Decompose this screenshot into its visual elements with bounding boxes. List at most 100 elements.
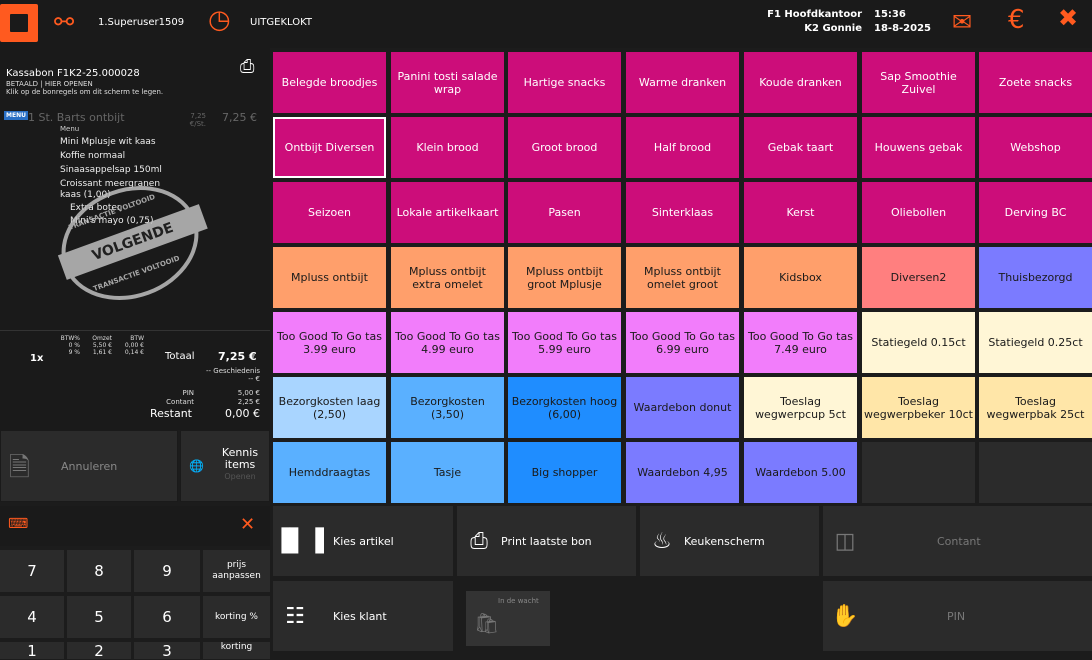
product-tile-1-2[interactable]: Groot brood xyxy=(508,117,621,178)
pin-label: PIN xyxy=(182,389,194,397)
knowledge-items-button[interactable]: 🌐 Kennis items Openen xyxy=(180,430,270,502)
printer-icon[interactable]: ⎙ xyxy=(240,56,254,77)
key-6[interactable]: 6 xyxy=(134,596,200,638)
knowledge-sub: Openen xyxy=(224,472,256,481)
product-tile-1-0[interactable]: Ontbijt Diversen xyxy=(273,117,386,178)
on-hold-button[interactable]: In de wacht 🛍 xyxy=(466,591,550,646)
clock-status[interactable]: UITGEKLOKT xyxy=(250,17,312,28)
product-tile-4-6[interactable]: Statiegeld 0.25ct xyxy=(979,312,1092,373)
product-tile-0-2[interactable]: Hartige snacks xyxy=(508,52,621,113)
clear-items-icon[interactable]: ✖ xyxy=(1058,6,1078,30)
product-tile-4-4[interactable]: Too Good To Go tas 7.49 euro xyxy=(744,312,857,373)
on-hold-label: In de wacht xyxy=(498,597,539,605)
product-tile-2-2[interactable]: Pasen xyxy=(508,182,621,243)
close-icon[interactable]: ✕ xyxy=(240,514,255,535)
contant-label: Contant xyxy=(166,398,194,406)
key-2[interactable]: 2 xyxy=(67,642,131,660)
pin-button[interactable]: ✋ PIN xyxy=(823,581,1092,651)
key-5[interactable]: 5 xyxy=(67,596,131,638)
product-tile-0-4[interactable]: Koude dranken xyxy=(744,52,857,113)
print-last-receipt-button[interactable]: ⎙ Print laatste bon xyxy=(457,506,636,576)
receipt-item-name[interactable]: 1 St. Barts ontbijt xyxy=(28,111,125,124)
bag-plus-icon: 🛍 xyxy=(474,611,500,635)
key-9[interactable]: 9 xyxy=(134,550,200,592)
product-tile-0-0[interactable]: Belegde broodjes xyxy=(273,52,386,113)
product-tile-5-6[interactable]: Toeslag wegwerpbak 25ct xyxy=(979,377,1092,438)
product-tile-2-4[interactable]: Kerst xyxy=(744,182,857,243)
product-tile-1-6[interactable]: Webshop xyxy=(979,117,1092,178)
restant-row: Restant 0,00 € xyxy=(150,407,260,420)
product-tile-3-6[interactable]: Thuisbezorgd xyxy=(979,247,1092,308)
product-tile-6-5[interactable] xyxy=(862,442,975,503)
user-name[interactable]: 1.Superuser1509 xyxy=(98,17,184,28)
contact-card-icon: ☷ xyxy=(285,603,305,629)
datetime: 15:36 18-8-2025 xyxy=(874,8,934,36)
product-tile-2-3[interactable]: Sinterklaas xyxy=(626,182,739,243)
product-tile-0-3[interactable]: Warme dranken xyxy=(626,52,739,113)
keyboard-icon[interactable]: ⌨ xyxy=(8,516,28,532)
product-tile-5-4[interactable]: Toeslag wegwerpcup 5ct xyxy=(744,377,857,438)
product-tile-6-1[interactable]: Tasje xyxy=(391,442,504,503)
product-tile-3-5[interactable]: Diversen2 xyxy=(862,247,975,308)
choose-customer-button[interactable]: ☷ Kies klant xyxy=(273,581,453,651)
product-tile-4-2[interactable]: Too Good To Go tas 5.99 euro xyxy=(508,312,621,373)
product-tile-6-0[interactable]: Hemddraagtas xyxy=(273,442,386,503)
key-7[interactable]: 7 xyxy=(0,550,64,592)
product-tile-5-3[interactable]: Waardebon donut xyxy=(626,377,739,438)
choose-customer-label: Kies klant xyxy=(333,609,387,623)
product-tile-0-5[interactable]: Sap Smoothie Zuivel xyxy=(862,52,975,113)
product-tile-0-6[interactable]: Zoete snacks xyxy=(979,52,1092,113)
discount-button[interactable]: korting xyxy=(203,642,270,659)
product-tile-4-3[interactable]: Too Good To Go tas 6.99 euro xyxy=(626,312,739,373)
product-tile-6-3[interactable]: Waardebon 4,95 xyxy=(626,442,739,503)
total-value: 7,25 € xyxy=(218,350,257,363)
product-tile-4-0[interactable]: Too Good To Go tas 3.99 euro xyxy=(273,312,386,373)
choose-article-button[interactable]: ▐▌▐ Kies artikel xyxy=(273,506,453,576)
total-qty: 1x xyxy=(30,353,44,364)
product-tile-2-5[interactable]: Oliebollen xyxy=(862,182,975,243)
key-1[interactable]: 1 xyxy=(0,642,64,660)
product-tile-3-4[interactable]: Kidsbox xyxy=(744,247,857,308)
users-icon[interactable]: ⚯ xyxy=(54,10,74,34)
cash-label: Contant xyxy=(937,534,981,548)
key-8[interactable]: 8 xyxy=(67,550,131,592)
product-tile-2-1[interactable]: Lokale artikelkaart xyxy=(391,182,504,243)
product-tile-3-0[interactable]: Mpluss ontbijt xyxy=(273,247,386,308)
clock-icon[interactable]: ◷ xyxy=(208,7,231,33)
product-tile-6-4[interactable]: Waardebon 5.00 xyxy=(744,442,857,503)
product-tile-3-2[interactable]: Mpluss ontbijt groot Mplusje xyxy=(508,247,621,308)
discount-pct-button[interactable]: korting % xyxy=(203,596,270,638)
cash-button[interactable]: ◫ Contant xyxy=(823,506,1092,576)
cancel-doc-icon: 🗎 xyxy=(9,453,30,483)
product-tile-5-2[interactable]: Bezorgkosten hoog (6,00) xyxy=(508,377,621,438)
message-cancel-icon[interactable]: ✉ xyxy=(952,10,972,34)
restant-label: Restant xyxy=(150,407,192,420)
location-info: F1 Hoofdkantoor K2 Gonnie xyxy=(740,8,862,36)
product-tile-1-1[interactable]: Klein brood xyxy=(391,117,504,178)
keypad-input[interactable]: ⌨ ✕ xyxy=(0,506,270,546)
btw-r2-btw: 0,14 € xyxy=(124,349,144,356)
product-tile-3-3[interactable]: Mpluss ontbijt omelet groot xyxy=(626,247,739,308)
product-tile-3-1[interactable]: Mpluss ontbijt extra omelet xyxy=(391,247,504,308)
product-tile-5-5[interactable]: Toeslag wegwerpbeker 10ct xyxy=(862,377,975,438)
key-4[interactable]: 4 xyxy=(0,596,64,638)
product-tile-0-1[interactable]: Panini tosti salade wrap xyxy=(391,52,504,113)
app-logo[interactable] xyxy=(0,4,38,42)
product-tile-2-0[interactable]: Seizoen xyxy=(273,182,386,243)
product-tile-2-6[interactable]: Derving BC xyxy=(979,182,1092,243)
price-adjust-button[interactable]: prijs aanpassen xyxy=(203,550,270,592)
key-3[interactable]: 3 xyxy=(134,642,200,660)
product-tile-4-1[interactable]: Too Good To Go tas 4.99 euro xyxy=(391,312,504,373)
btw-r1-btw: 0,00 € xyxy=(124,342,144,349)
product-tile-4-5[interactable]: Statiegeld 0.15ct xyxy=(862,312,975,373)
product-tile-5-0[interactable]: Bezorgkosten laag (2,50) xyxy=(273,377,386,438)
kitchen-screen-button[interactable]: ♨ Keukenscherm xyxy=(640,506,819,576)
cancel-button[interactable]: 🗎 Annuleren xyxy=(0,430,178,502)
money-bag-icon[interactable]: € xyxy=(1008,7,1025,33)
product-tile-6-2[interactable]: Big shopper xyxy=(508,442,621,503)
product-tile-1-5[interactable]: Houwens gebak xyxy=(862,117,975,178)
product-tile-1-4[interactable]: Gebak taart xyxy=(744,117,857,178)
product-tile-6-6[interactable] xyxy=(979,442,1092,503)
product-tile-5-1[interactable]: Bezorgkosten (3,50) xyxy=(391,377,504,438)
product-tile-1-3[interactable]: Half brood xyxy=(626,117,739,178)
